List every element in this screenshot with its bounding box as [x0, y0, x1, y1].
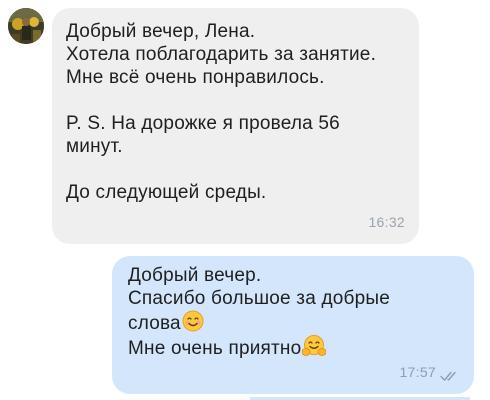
- message-text: слова: [128, 313, 181, 334]
- outgoing-message-bubble[interactable]: Добрый вечер. Спасибо большое за добрые …: [112, 256, 474, 394]
- message-text-line: Добрый вечер, Лена.: [66, 21, 256, 42]
- hugging-face-icon: [302, 335, 327, 356]
- sender-avatar[interactable]: [8, 8, 44, 44]
- message-text-line: P. S. На дорожке я провела 56: [66, 113, 340, 134]
- user-avatar-photo-icon: [8, 8, 44, 44]
- message-text-line: Спасибо большое за добрые: [128, 288, 390, 309]
- message-text-line: Мне всё очень понравилось.: [66, 67, 325, 88]
- message-text-line-with-emoji: Мне очень приятно: [128, 335, 460, 360]
- message-timestamp: 17:57: [399, 364, 436, 380]
- message-text-line: До следующей среды.: [66, 182, 267, 203]
- message-text-line: Добрый вечер.: [128, 265, 262, 286]
- message-text-line: Хотела поблагодарить за занятие.: [66, 44, 377, 65]
- message-text-line: минут.: [66, 136, 123, 157]
- double-check-icon: [440, 371, 456, 381]
- message-text: Мне очень приятно: [128, 338, 302, 359]
- chat-conversation: Добрый вечер, Лена. Хотела поблагодарить…: [0, 0, 490, 400]
- incoming-message-bubble[interactable]: Добрый вечер, Лена. Хотела поблагодарить…: [52, 8, 419, 244]
- message-timestamp: 16:32: [368, 214, 405, 230]
- smiling-face-icon: [182, 310, 204, 332]
- message-text-line-with-emoji: слова: [128, 310, 460, 335]
